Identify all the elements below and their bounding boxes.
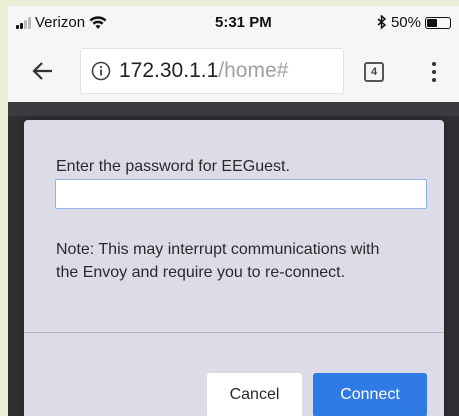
password-input[interactable] [55, 179, 427, 209]
url-host: 172.30.1.1 [119, 59, 219, 82]
dialog-footer: Cancel Connect [24, 333, 444, 416]
carrier-label: Verizon [35, 14, 86, 31]
status-bar: Verizon 5:31 PM 50% [8, 6, 459, 40]
cancel-button[interactable]: Cancel [207, 373, 302, 416]
signal-strength-icon [16, 16, 31, 29]
tab-count-button[interactable]: 4 [364, 62, 384, 82]
phone-screen: Verizon 5:31 PM 50% 172.30.1.1/home# 4 E… [8, 6, 459, 416]
status-time: 5:31 PM [215, 14, 272, 31]
status-left: Verizon [16, 14, 107, 31]
status-right: 50% [377, 14, 451, 31]
url-path: /home# [218, 59, 289, 82]
page-header-strip [8, 102, 459, 116]
url-text: 172.30.1.1/home# [119, 59, 288, 83]
connect-button[interactable]: Connect [313, 373, 427, 416]
wifi-icon [89, 15, 107, 29]
battery-percent: 50% [390, 14, 421, 31]
browser-toolbar: 172.30.1.1/home# 4 [8, 40, 459, 102]
bluetooth-icon [377, 15, 387, 30]
password-dialog: Enter the password for EEGuest. Note: Th… [24, 120, 444, 416]
battery-level [427, 18, 437, 27]
dialog-prompt: Enter the password for EEGuest. [56, 158, 290, 175]
back-arrow-icon [32, 62, 52, 80]
info-icon[interactable] [91, 61, 111, 81]
back-button[interactable] [28, 56, 58, 86]
address-bar[interactable]: 172.30.1.1/home# [80, 48, 344, 94]
more-vertical-icon[interactable] [426, 58, 442, 86]
dialog-note: Note: This may interrupt communications … [56, 241, 380, 281]
battery-icon [425, 16, 451, 29]
